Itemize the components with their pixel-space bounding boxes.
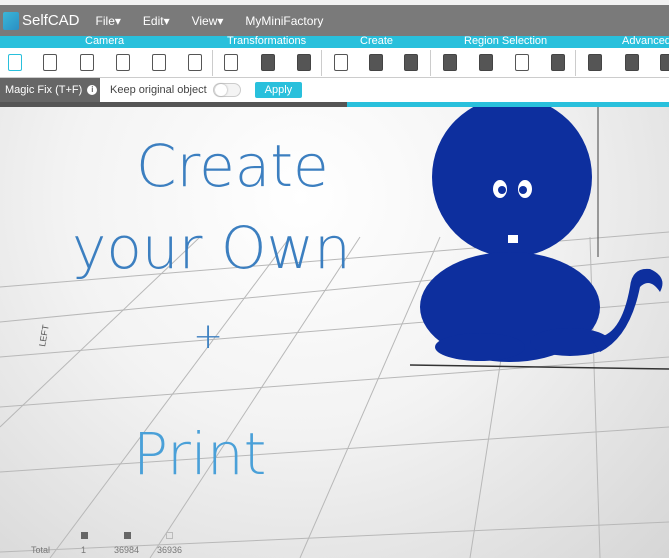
apply-button[interactable]: Apply: [254, 82, 303, 98]
stats-objects: 1: [81, 545, 87, 555]
divider: [575, 50, 576, 76]
scale-icon[interactable]: [261, 54, 275, 71]
select-face-icon[interactable]: [479, 54, 493, 71]
app-logo[interactable]: SelfCAD: [3, 11, 80, 30]
stats-faces: 36984: [114, 545, 140, 555]
advanced-tool-icon[interactable]: [588, 54, 602, 71]
select-edge-icon[interactable]: [515, 54, 529, 71]
divider: [430, 50, 431, 76]
axis-label-left: LEFT: [37, 323, 51, 347]
toolbar-sections: Camera Transformations Create Region Sel…: [0, 35, 669, 48]
promo-plus: +: [193, 316, 224, 357]
stats-total-label: Total: [31, 545, 51, 555]
stats-vertices: 36936: [157, 545, 183, 555]
promo-line-print: Print: [133, 420, 267, 488]
3d-viewport[interactable]: LEFT Create your Own + Print Total 1 369…: [0, 107, 669, 558]
section-camera[interactable]: Camera: [85, 35, 124, 47]
camera-zoom-icon[interactable]: [43, 54, 57, 71]
magic-fix-title: Magic Fix (T+F) i: [0, 78, 100, 102]
menu-edit[interactable]: Edit▾: [143, 14, 170, 28]
select-vertex-icon[interactable]: [443, 54, 457, 71]
select-object-icon[interactable]: [551, 54, 565, 71]
info-icon[interactable]: i: [87, 85, 98, 95]
divider: [212, 50, 213, 76]
grid: LEFT: [0, 107, 669, 558]
toolbar: [0, 48, 669, 78]
section-region-selection[interactable]: Region Selection: [464, 35, 547, 47]
menu-bar: SelfCAD File▾ Edit▾ View▾ MyMiniFactory: [0, 5, 669, 36]
magic-fix-label: Magic Fix (T+F): [5, 84, 83, 96]
objects-icon: [81, 532, 88, 539]
faces-icon: [124, 532, 131, 539]
section-create[interactable]: Create: [360, 35, 393, 47]
vertices-icon: [166, 532, 173, 539]
section-advanced[interactable]: Advanced: [622, 35, 669, 47]
keep-original-label: Keep original object: [110, 84, 207, 96]
menu-view[interactable]: View▾: [192, 14, 224, 28]
magic-fix-panel: Magic Fix (T+F) i Keep original object Ap…: [0, 78, 669, 102]
rotate-icon[interactable]: [297, 54, 311, 71]
menu-file[interactable]: File▾: [96, 14, 121, 28]
cube-icon[interactable]: [334, 54, 348, 71]
selfcad-logo-icon: [3, 11, 19, 30]
camera-fit-icon[interactable]: [188, 54, 202, 71]
menu-myminifactory[interactable]: MyMiniFactory: [245, 14, 323, 28]
advanced-tool-icon[interactable]: [625, 54, 639, 71]
lion-model[interactable]: [420, 107, 663, 362]
app-name: SelfCAD: [22, 12, 80, 29]
divider: [321, 50, 322, 76]
camera-rotate-icon[interactable]: [116, 54, 130, 71]
section-transformations[interactable]: Transformations: [227, 35, 306, 47]
advanced-tool-icon[interactable]: [660, 54, 669, 71]
promo-line-your-own: your Own: [72, 214, 351, 282]
camera-settings-icon[interactable]: [152, 54, 166, 71]
cylinder-icon[interactable]: [369, 54, 383, 71]
camera-3d-icon[interactable]: [8, 54, 22, 71]
promo-line-create: Create: [136, 132, 329, 200]
keep-original-toggle[interactable]: [212, 83, 241, 97]
camera-pan-icon[interactable]: [80, 54, 94, 71]
move-icon[interactable]: [224, 54, 238, 71]
shape-icon[interactable]: [404, 54, 418, 71]
